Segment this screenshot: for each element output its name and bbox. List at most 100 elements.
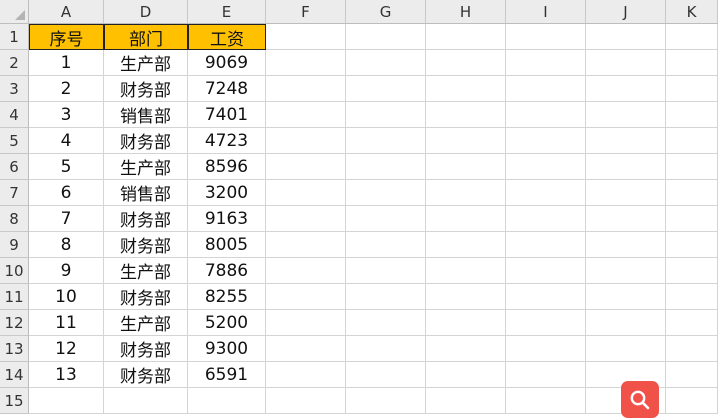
cell-j1[interactable] — [586, 24, 666, 50]
row-header-11[interactable]: 11 — [0, 284, 29, 310]
cell-a8[interactable]: 7 — [29, 206, 104, 232]
cell-k8[interactable] — [666, 206, 718, 232]
cell-k7[interactable] — [666, 180, 718, 206]
cell-f7[interactable] — [266, 180, 346, 206]
row-header-4[interactable]: 4 — [0, 102, 29, 128]
cell-a10[interactable]: 9 — [29, 258, 104, 284]
cell-j5[interactable] — [586, 128, 666, 154]
cell-k1[interactable] — [666, 24, 718, 50]
row-header-2[interactable]: 2 — [0, 50, 29, 76]
cell-d15[interactable] — [104, 388, 188, 414]
row-header-7[interactable]: 7 — [0, 180, 29, 206]
cell-f8[interactable] — [266, 206, 346, 232]
cell-h12[interactable] — [426, 310, 506, 336]
cell-k10[interactable] — [666, 258, 718, 284]
cell-e14[interactable]: 6591 — [188, 362, 266, 388]
cell-h13[interactable] — [426, 336, 506, 362]
row-header-15[interactable]: 15 — [0, 388, 29, 414]
cell-a11[interactable]: 10 — [29, 284, 104, 310]
column-header-g[interactable]: G — [346, 0, 426, 24]
cell-i7[interactable] — [506, 180, 586, 206]
cell-g11[interactable] — [346, 284, 426, 310]
cell-g1[interactable] — [346, 24, 426, 50]
cell-i9[interactable] — [506, 232, 586, 258]
cell-e15[interactable] — [188, 388, 266, 414]
cell-k4[interactable] — [666, 102, 718, 128]
cell-f11[interactable] — [266, 284, 346, 310]
cell-e9[interactable]: 8005 — [188, 232, 266, 258]
cell-d11[interactable]: 财务部 — [104, 284, 188, 310]
cell-d9[interactable]: 财务部 — [104, 232, 188, 258]
cell-k6[interactable] — [666, 154, 718, 180]
cell-h6[interactable] — [426, 154, 506, 180]
cell-k15[interactable] — [666, 388, 718, 414]
cell-h5[interactable] — [426, 128, 506, 154]
cell-k9[interactable] — [666, 232, 718, 258]
column-header-f[interactable]: F — [266, 0, 346, 24]
cell-d10[interactable]: 生产部 — [104, 258, 188, 284]
cell-d3[interactable]: 财务部 — [104, 76, 188, 102]
cell-h2[interactable] — [426, 50, 506, 76]
cell-e11[interactable]: 8255 — [188, 284, 266, 310]
cell-e1[interactable]: 工资 — [188, 24, 266, 50]
row-header-8[interactable]: 8 — [0, 206, 29, 232]
column-header-a[interactable]: A — [29, 0, 104, 24]
cell-h1[interactable] — [426, 24, 506, 50]
cell-j11[interactable] — [586, 284, 666, 310]
column-header-e[interactable]: E — [188, 0, 266, 24]
cell-d4[interactable]: 销售部 — [104, 102, 188, 128]
cell-e12[interactable]: 5200 — [188, 310, 266, 336]
cell-j3[interactable] — [586, 76, 666, 102]
cell-f5[interactable] — [266, 128, 346, 154]
cell-e3[interactable]: 7248 — [188, 76, 266, 102]
cell-h8[interactable] — [426, 206, 506, 232]
cell-a9[interactable]: 8 — [29, 232, 104, 258]
cell-f13[interactable] — [266, 336, 346, 362]
cell-e2[interactable]: 9069 — [188, 50, 266, 76]
cell-d7[interactable]: 销售部 — [104, 180, 188, 206]
cell-g5[interactable] — [346, 128, 426, 154]
cell-e13[interactable]: 9300 — [188, 336, 266, 362]
cell-f10[interactable] — [266, 258, 346, 284]
cell-a3[interactable]: 2 — [29, 76, 104, 102]
column-header-k[interactable]: K — [666, 0, 718, 24]
cell-i4[interactable] — [506, 102, 586, 128]
cell-j7[interactable] — [586, 180, 666, 206]
cell-d6[interactable]: 生产部 — [104, 154, 188, 180]
cell-e8[interactable]: 9163 — [188, 206, 266, 232]
cell-j13[interactable] — [586, 336, 666, 362]
column-header-j[interactable]: J — [586, 0, 666, 24]
cell-j10[interactable] — [586, 258, 666, 284]
cell-k11[interactable] — [666, 284, 718, 310]
cell-k2[interactable] — [666, 50, 718, 76]
cell-g3[interactable] — [346, 76, 426, 102]
cell-h10[interactable] — [426, 258, 506, 284]
cell-d8[interactable]: 财务部 — [104, 206, 188, 232]
cell-a2[interactable]: 1 — [29, 50, 104, 76]
cell-g15[interactable] — [346, 388, 426, 414]
cell-a1[interactable]: 序号 — [29, 24, 104, 50]
cell-a4[interactable]: 3 — [29, 102, 104, 128]
cell-h11[interactable] — [426, 284, 506, 310]
cell-i3[interactable] — [506, 76, 586, 102]
cell-i5[interactable] — [506, 128, 586, 154]
cell-a12[interactable]: 11 — [29, 310, 104, 336]
column-header-d[interactable]: D — [104, 0, 188, 24]
cell-d13[interactable]: 财务部 — [104, 336, 188, 362]
cell-a14[interactable]: 13 — [29, 362, 104, 388]
cell-e5[interactable]: 4723 — [188, 128, 266, 154]
cell-d5[interactable]: 财务部 — [104, 128, 188, 154]
cell-g6[interactable] — [346, 154, 426, 180]
cell-i10[interactable] — [506, 258, 586, 284]
cell-f15[interactable] — [266, 388, 346, 414]
cell-h14[interactable] — [426, 362, 506, 388]
cell-h7[interactable] — [426, 180, 506, 206]
cell-f2[interactable] — [266, 50, 346, 76]
cell-h4[interactable] — [426, 102, 506, 128]
column-header-h[interactable]: H — [426, 0, 506, 24]
row-header-9[interactable]: 9 — [0, 232, 29, 258]
row-header-10[interactable]: 10 — [0, 258, 29, 284]
cell-a5[interactable]: 4 — [29, 128, 104, 154]
cell-g10[interactable] — [346, 258, 426, 284]
cell-e7[interactable]: 3200 — [188, 180, 266, 206]
